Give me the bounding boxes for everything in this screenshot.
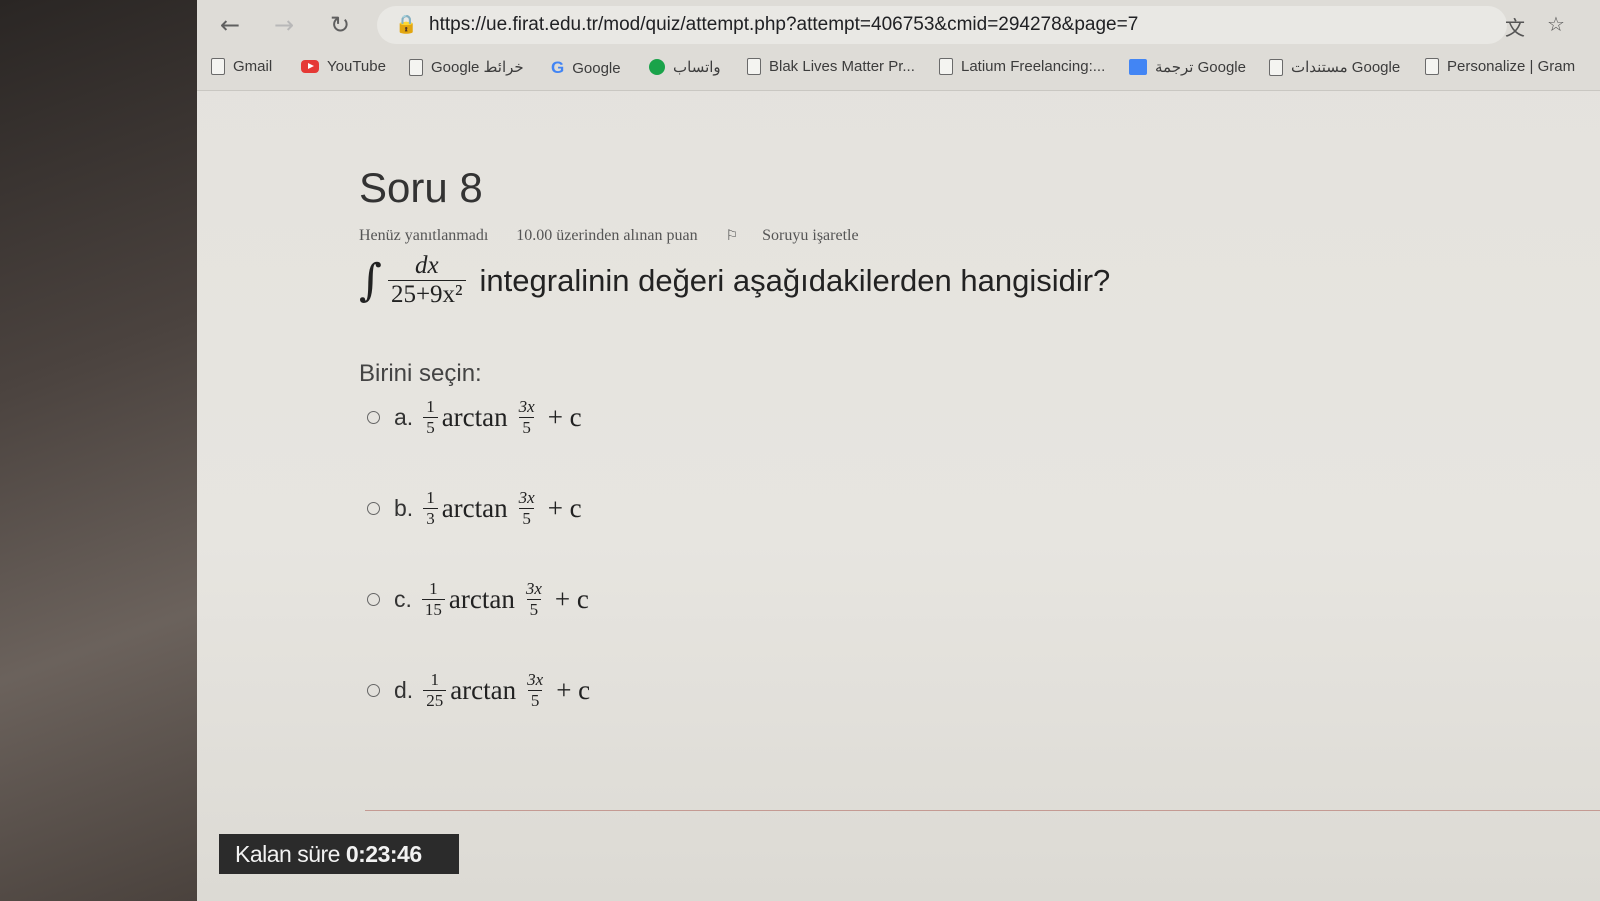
radio-a[interactable] [367,411,380,424]
youtube-icon [301,60,319,73]
flag-question-link[interactable]: ⚐ Soruyu işaretle [726,227,883,244]
reload-icon[interactable]: ↻ [325,10,355,40]
browser-toolbar: ← → ↻ 🔒 https://ue.firat.edu.tr/mod/quiz… [197,0,1600,50]
whatsapp-icon [649,59,665,75]
radio-b[interactable] [367,502,380,515]
radio-d[interactable] [367,684,380,697]
google-icon: G [551,58,565,77]
translate-icon [1129,59,1147,75]
choose-label: Birini seçin: [359,360,482,387]
option-a[interactable]: a. 15 arctan 3x 5 + c [367,397,582,438]
divider [365,810,1600,811]
page-icon [409,58,423,76]
page-icon [747,58,761,75]
background-left [0,0,200,901]
option-d[interactable]: d. 1 25 arctan 3x 5 + c [367,670,590,711]
bookmarks-bar: Gmail YouTube Google خرائط G Google واتسا… [197,50,1600,91]
page-icon [939,58,953,75]
bookmark-google-translate[interactable]: ترجمة Google [1129,58,1246,76]
bookmark-google[interactable]: G Google [551,58,621,78]
question-text: ∫ dx 25+9x² integralinin değeri aşağıdak… [359,252,1111,309]
back-icon[interactable]: ← [215,10,245,40]
option-b[interactable]: b. 13 arctan 3x 5 + c [367,488,582,529]
flag-icon: ⚐ [725,228,739,244]
forward-icon[interactable]: → [269,10,299,40]
page-icon [1269,58,1283,76]
quiz-page: Soru 8 Henüz yanıtlanmadı 10.00 üzerinde… [197,92,1600,901]
lock-icon: 🔒 [395,14,418,35]
question-status: Henüz yanıtlanmadı [359,227,489,244]
bookmark-whatsapp[interactable]: واتساب [649,58,721,76]
bookmark-grammarly[interactable]: Personalize | Gram [1425,58,1575,75]
bookmark-latium[interactable]: Latium Freelancing:... [939,58,1105,75]
integrand-fraction: dx 25+9x² [387,252,466,309]
url-text[interactable]: https://ue.firat.edu.tr/mod/quiz/attempt… [429,14,1138,36]
time-remaining: Kalan süre 0:23:46 [219,834,459,874]
page-icon [211,58,225,75]
integral-sign: ∫ [359,255,382,306]
address-bar[interactable]: 🔒 https://ue.firat.edu.tr/mod/quiz/attem… [377,6,1507,44]
bookmark-star-icon[interactable]: ☆ [1547,12,1565,36]
bookmark-youtube[interactable]: YouTube [301,58,386,75]
bookmark-blm[interactable]: Blak Lives Matter Pr... [747,58,915,75]
bookmark-google-docs[interactable]: مستندات Google [1269,58,1400,76]
radio-c[interactable] [367,593,380,606]
option-c[interactable]: c. 1 15 arctan 3x 5 + c [367,579,589,620]
browser-window: ← → ↻ 🔒 https://ue.firat.edu.tr/mod/quiz… [197,0,1600,901]
bookmark-google-maps[interactable]: Google خرائط [409,58,524,76]
bookmark-gmail[interactable]: Gmail [211,58,272,75]
question-points: 10.00 üzerinden alınan puan [516,227,698,244]
question-title: Soru 8 [359,164,483,211]
time-remaining-value: 0:23:46 [345,841,422,867]
translate-page-icon[interactable]: 文 [1505,12,1525,41]
page-icon [1425,58,1439,75]
question-info: Henüz yanıtlanmadı 10.00 üzerinden alına… [359,227,907,245]
